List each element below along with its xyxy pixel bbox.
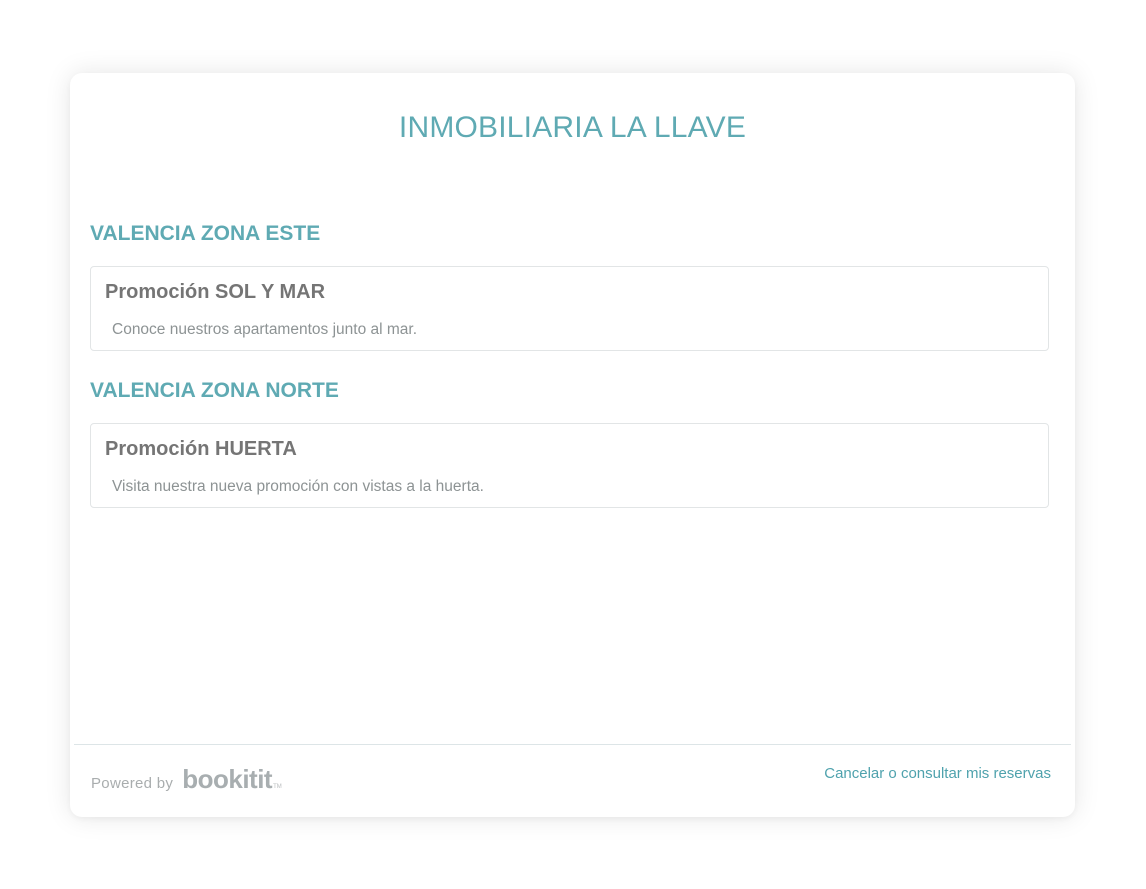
powered-by-label: Powered by: [91, 775, 174, 792]
trademark-mark: TM: [273, 784, 282, 790]
promotion-description: Conoce nuestros apartamentos junto al ma…: [112, 321, 418, 338]
page-title: INMOBILIARIA LA LLAVE: [398, 111, 747, 144]
booking-widget-card: INMOBILIARIA LA LLAVE VALENCIA ZONA ESTE…: [70, 73, 1075, 817]
manage-bookings-link[interactable]: Cancelar o consultar mis reservas: [824, 765, 1051, 782]
promotion-name: Promoción SOL Y MAR: [105, 281, 326, 303]
promotion-card-huerta[interactable]: Promoción HUERTA Visita nuestra nueva pr…: [90, 423, 1049, 508]
footer-divider: [74, 744, 1071, 745]
section-heading-valencia-norte: VALENCIA ZONA NORTE: [90, 379, 339, 402]
promotion-description: Visita nuestra nueva promoción con vista…: [112, 478, 484, 495]
promotion-name: Promoción HUERTA: [105, 438, 297, 460]
section-heading-valencia-este: VALENCIA ZONA ESTE: [90, 222, 321, 245]
promotion-card-sol-y-mar[interactable]: Promoción SOL Y MAR Conoce nuestros apar…: [90, 266, 1049, 351]
bookitit-logo: bookitit: [182, 764, 273, 794]
powered-by: Powered by bookitit TM: [91, 764, 282, 795]
